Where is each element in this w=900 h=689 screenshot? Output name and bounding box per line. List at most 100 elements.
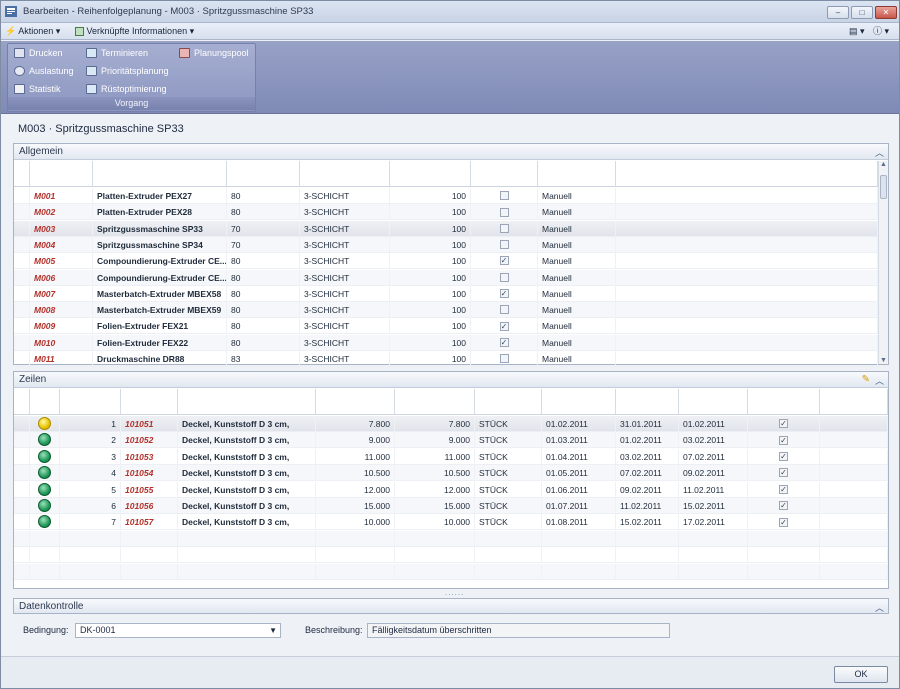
column-header[interactable] — [616, 161, 878, 187]
cell-besch[interactable]: Deckel, Kunststoff D 3 cm, — [178, 448, 316, 465]
cell-name[interactable]: Folien-Extruder FEX22 — [93, 334, 227, 351]
cell-nr[interactable]: M004 — [30, 236, 93, 253]
cell-end[interactable]: 07.02.2011 — [679, 448, 748, 465]
cell-einh[interactable]: STÜCK — [475, 448, 542, 465]
checkbox[interactable]: ✓ — [779, 435, 788, 445]
column-header[interactable] — [14, 161, 30, 187]
allgemein-header[interactable]: Allgemein ︿ — [14, 144, 888, 160]
column-header[interactable] — [227, 161, 300, 187]
dropdown-arrow-icon[interactable]: ▼ — [269, 624, 277, 637]
cell-fael[interactable]: 01.04.2011 — [542, 448, 616, 465]
column-header[interactable] — [30, 389, 60, 415]
cell-start[interactable]: 31.01.2011 — [616, 416, 679, 432]
cell-rest[interactable]: 12.000 — [395, 481, 475, 498]
cell-dk[interactable] — [30, 416, 60, 432]
cell-komp[interactable]: ✓ — [748, 514, 820, 531]
cell-rest[interactable]: 9.000 — [395, 432, 475, 449]
table-row[interactable]: M004 Spritzgussmaschine SP34 70 3-SCHICHT 10… — [14, 236, 878, 253]
cell-kal[interactable]: 3-SCHICHT — [300, 334, 390, 351]
column-header[interactable] — [93, 161, 227, 187]
cell-abt[interactable]: 80 — [227, 334, 300, 351]
view-menu-icon[interactable]: ▤ ▾ — [849, 25, 865, 38]
column-header[interactable] — [30, 161, 93, 187]
cell-komp[interactable]: ✓ — [748, 481, 820, 498]
cell-name[interactable]: Platten-Extruder PEX28 — [93, 204, 227, 221]
planungspool-button[interactable]: Planungspool — [179, 47, 249, 60]
cell-name[interactable]: Masterbatch-Extruder MBEX58 — [93, 285, 227, 302]
table-row[interactable]: 3 101053 Deckel, Kunststoff D 3 cm, 11.000 1… — [14, 448, 888, 465]
statistik-button[interactable]: Statistik — [14, 83, 61, 96]
cell-term[interactable] — [471, 220, 538, 237]
cell-komp[interactable]: ✓ — [748, 432, 820, 449]
checkbox[interactable]: ✓ — [499, 289, 509, 299]
cell-start[interactable]: 01.02.2011 — [616, 432, 679, 449]
table-row[interactable]: 5 101055 Deckel, Kunststoff D 3 cm, 12.000 1… — [14, 481, 888, 498]
cell-menge[interactable]: 12.000 — [316, 481, 395, 498]
cell-kal[interactable]: 3-SCHICHT — [300, 302, 390, 319]
table-row[interactable]: M005 Compoundierung-Extruder CE... 80 3-SCH… — [14, 253, 878, 270]
column-header[interactable] — [390, 161, 471, 187]
column-header[interactable] — [538, 161, 616, 187]
table-row[interactable]: M009 Folien-Extruder FEX21 80 3-SCHICHT 100 ✓… — [14, 318, 878, 335]
cell-nr[interactable]: M001 — [30, 188, 93, 204]
column-header[interactable] — [14, 389, 30, 415]
cell-rf[interactable]: 6 — [60, 498, 121, 514]
cell-nr[interactable]: M008 — [30, 302, 93, 319]
cell-neu[interactable]: Manuell — [538, 236, 616, 253]
cell-kal[interactable]: 3-SCHICHT — [300, 188, 390, 204]
cell-rf[interactable]: 4 — [60, 465, 121, 482]
cell-fael[interactable]: 01.02.2011 — [542, 416, 616, 432]
checkbox[interactable]: ✓ — [779, 501, 788, 511]
cell-neu[interactable]: Manuell — [538, 334, 616, 351]
cell-abt[interactable]: 70 — [227, 236, 300, 253]
cell-abt[interactable]: 83 — [227, 351, 300, 367]
cell-neu[interactable]: Manuell — [538, 188, 616, 204]
cell-fa[interactable]: 101054 — [121, 465, 178, 482]
cell-rest[interactable]: 7.800 — [395, 416, 475, 432]
table-row[interactable]: 2 101052 Deckel, Kunststoff D 3 cm, 9.000 9.… — [14, 432, 888, 449]
cell-besch[interactable]: Deckel, Kunststoff D 3 cm, — [178, 481, 316, 498]
cell-menge[interactable]: 10.000 — [316, 514, 395, 531]
cell-dk[interactable] — [30, 481, 60, 498]
scroll-thumb[interactable] — [880, 175, 887, 199]
cell-fa[interactable]: 101056 — [121, 498, 178, 514]
cell-einh[interactable]: STÜCK — [475, 514, 542, 531]
cell-start[interactable]: 11.02.2011 — [616, 498, 679, 514]
cell-term[interactable]: ✓ — [471, 334, 538, 351]
cell-rf[interactable]: 7 — [60, 514, 121, 531]
cell-neu[interactable]: Manuell — [538, 285, 616, 302]
terminieren-button[interactable]: Terminieren — [86, 47, 148, 60]
cell-nr[interactable]: M002 — [30, 204, 93, 221]
cell-term[interactable] — [471, 302, 538, 319]
cell-dk[interactable] — [30, 465, 60, 482]
table-row[interactable]: M008 Masterbatch-Extruder MBEX59 80 3-SCHIC… — [14, 302, 878, 319]
cell-end[interactable]: 15.02.2011 — [679, 498, 748, 514]
cell-term[interactable] — [471, 269, 538, 286]
cell-kal[interactable]: 3-SCHICHT — [300, 318, 390, 335]
cell-neu[interactable]: Manuell — [538, 302, 616, 319]
ruestoptimierung-button[interactable]: Rüstoptimierung — [86, 83, 167, 96]
cell-menge[interactable]: 15.000 — [316, 498, 395, 514]
cell-kal[interactable]: 3-SCHICHT — [300, 351, 390, 367]
table-row[interactable]: 1 101051 Deckel, Kunststoff D 3 cm, 7.800 7.… — [14, 416, 888, 432]
cell-term[interactable] — [471, 188, 538, 204]
cell-nr[interactable]: M007 — [30, 285, 93, 302]
cell-menge[interactable]: 10.500 — [316, 465, 395, 482]
cell-menge[interactable]: 7.800 — [316, 416, 395, 432]
cell-start[interactable]: 03.02.2011 — [616, 448, 679, 465]
checkbox[interactable]: ✓ — [499, 321, 509, 331]
cell-dk[interactable] — [30, 498, 60, 514]
cell-rf[interactable]: 3 — [60, 448, 121, 465]
cell-term[interactable]: ✓ — [471, 285, 538, 302]
scroll-down-icon[interactable]: ▼ — [879, 357, 888, 364]
actions-menu[interactable]: ⚡ Aktionen ▾ — [5, 25, 60, 38]
cell-rf[interactable]: 2 — [60, 432, 121, 449]
zeilen-header[interactable]: Zeilen ✎ ︿ — [14, 372, 888, 388]
cell-einh[interactable]: STÜCK — [475, 416, 542, 432]
cell-name[interactable]: Spritzgussmaschine SP34 — [93, 236, 227, 253]
table-row[interactable]: M002 Platten-Extruder PEX28 80 3-SCHICHT 100… — [14, 204, 878, 221]
cell-end[interactable]: 09.02.2011 — [679, 465, 748, 482]
collapse-icon[interactable]: ︿ — [875, 600, 884, 616]
column-header[interactable] — [679, 389, 748, 415]
table-row[interactable]: M010 Folien-Extruder FEX22 80 3-SCHICHT 100 ✓… — [14, 334, 878, 351]
